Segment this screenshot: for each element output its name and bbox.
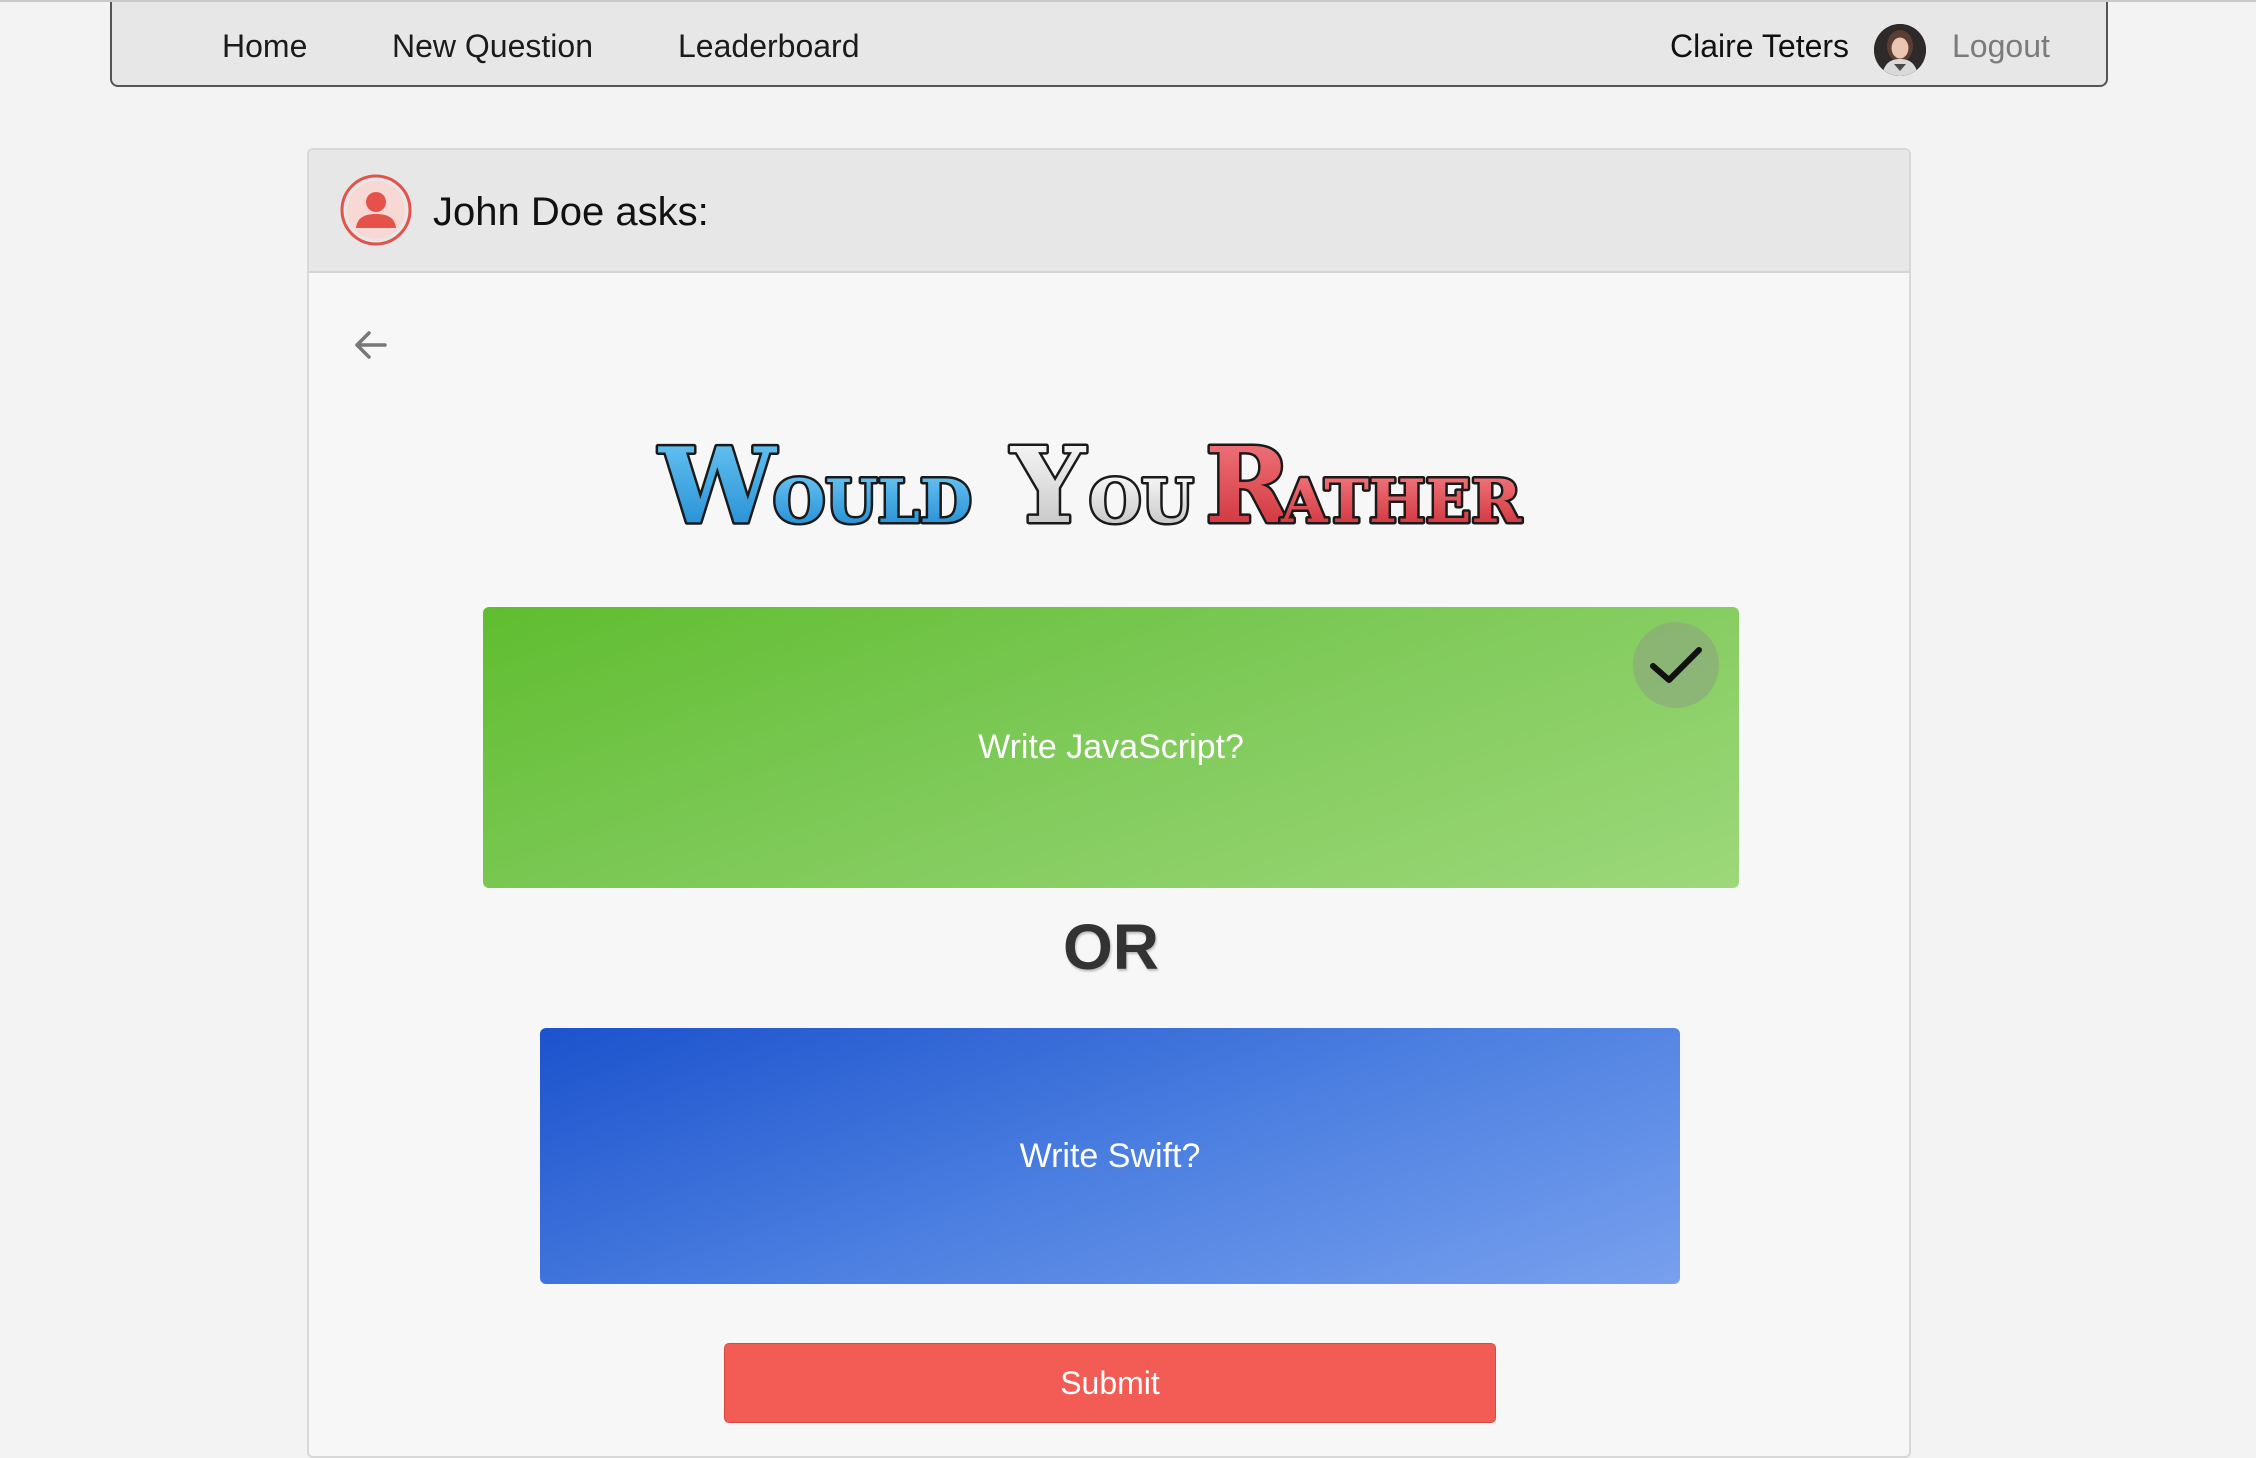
user-avatar-icon <box>340 174 412 246</box>
user-photo-icon <box>1874 24 1926 76</box>
current-user-name: Claire Teters <box>1670 28 1850 64</box>
nav-home-link[interactable]: Home <box>222 2 307 85</box>
would-you-rather-logo: W OULD Y OU R ATHER <box>656 422 1525 541</box>
svg-text:Y: Y <box>1010 424 1087 540</box>
svg-text:R: R <box>1205 424 1293 540</box>
top-navbar: Home New Question Leaderboard Claire Tet… <box>110 2 2108 87</box>
option-two-label: Write Swift? <box>1019 1137 1201 1175</box>
question-card: John Doe asks: W OULD Y OU R ATHER Write… <box>307 148 1911 1458</box>
option-two-button[interactable]: Write Swift? <box>540 1028 1680 1284</box>
nav-new-question-link[interactable]: New Question <box>392 2 593 85</box>
arrow-left-icon[interactable] <box>349 323 393 367</box>
check-icon <box>1650 647 1702 683</box>
svg-text:ATHER: ATHER <box>1280 467 1522 537</box>
question-card-header: John Doe asks: <box>309 150 1909 273</box>
submit-button[interactable]: Submit <box>724 1343 1496 1423</box>
or-separator: OR <box>1063 911 1159 983</box>
svg-text:OU: OU <box>1089 467 1194 537</box>
option-one-button[interactable]: Write JavaScript? <box>483 607 1739 888</box>
option-one-label: Write JavaScript? <box>978 728 1244 766</box>
selected-badge <box>1633 622 1719 708</box>
current-user-avatar <box>1874 24 1926 76</box>
svg-text:OULD: OULD <box>773 467 972 537</box>
svg-text:W: W <box>658 424 778 540</box>
logout-link[interactable]: Logout <box>1952 2 2050 85</box>
nav-leaderboard-link[interactable]: Leaderboard <box>678 2 859 85</box>
asker-heading: John Doe asks: <box>433 190 709 234</box>
